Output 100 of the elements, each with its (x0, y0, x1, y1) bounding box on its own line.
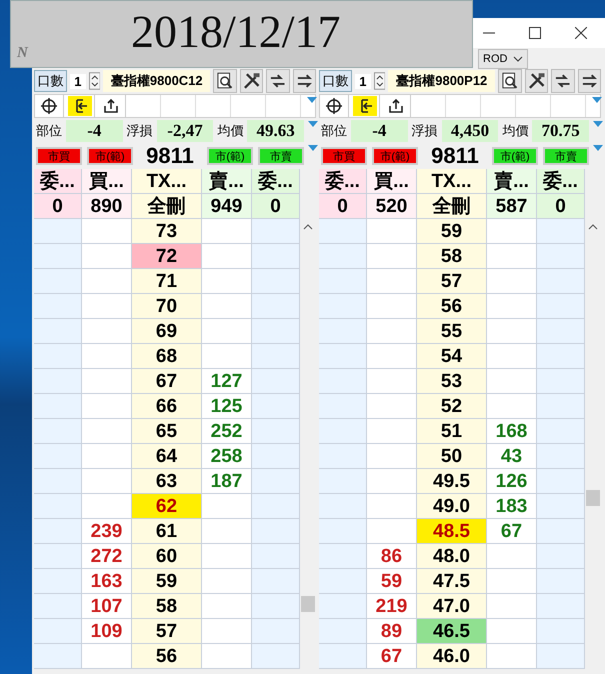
column-header[interactable]: 委... (252, 169, 300, 194)
spinner-icon[interactable] (88, 72, 100, 90)
swap-arrows-icon[interactable] (578, 69, 601, 93)
bid-cell[interactable] (82, 269, 132, 294)
bid-cell[interactable] (82, 394, 132, 419)
dropdown-triangle-icon[interactable] (307, 97, 317, 103)
ask-cell[interactable] (202, 569, 252, 594)
bid-cell[interactable] (82, 369, 132, 394)
ask-cell[interactable] (202, 294, 252, 319)
bid-cell[interactable]: 239 (82, 519, 132, 544)
ask-cell[interactable]: 252 (202, 419, 252, 444)
market-sell-button[interactable]: 市(範) (207, 147, 253, 165)
bid-cell[interactable] (367, 344, 417, 369)
bid-cell[interactable] (367, 244, 417, 269)
delete-all-button[interactable]: 全刪 (132, 194, 202, 219)
ask-cell[interactable] (487, 244, 537, 269)
scrollbar-thumb[interactable] (301, 596, 315, 612)
tools-icon[interactable] (240, 69, 264, 93)
bid-cell[interactable]: 89 (367, 619, 417, 644)
column-header[interactable]: 買... (367, 169, 417, 194)
ask-cell[interactable] (202, 644, 252, 669)
column-header[interactable]: 買... (82, 169, 132, 194)
dropdown-triangle-icon[interactable] (592, 97, 602, 103)
bid-cell[interactable] (82, 219, 132, 244)
market-buy-button[interactable]: 市買 (321, 147, 367, 165)
column-header[interactable]: 委... (34, 169, 82, 194)
ask-cell[interactable] (202, 344, 252, 369)
column-header[interactable]: 委... (537, 169, 585, 194)
exit-icon[interactable] (351, 95, 380, 117)
ask-cell[interactable] (202, 219, 252, 244)
bid-cell[interactable] (82, 294, 132, 319)
bid-cell[interactable]: 86 (367, 544, 417, 569)
bid-cell[interactable] (82, 344, 132, 369)
market-sell-button[interactable]: 市賣 (543, 147, 589, 165)
column-header[interactable]: 賣... (487, 169, 537, 194)
bid-cell[interactable] (367, 394, 417, 419)
bid-cell[interactable]: 107 (82, 594, 132, 619)
ask-cell[interactable] (202, 319, 252, 344)
bid-cell[interactable] (367, 494, 417, 519)
market-buy-button[interactable]: 市(範) (372, 147, 418, 165)
ask-cell[interactable] (487, 594, 537, 619)
ask-cell[interactable] (487, 394, 537, 419)
ask-cell[interactable] (487, 219, 537, 244)
ask-cell[interactable] (202, 594, 252, 619)
ask-cell[interactable] (487, 619, 537, 644)
bid-cell[interactable] (82, 644, 132, 669)
bid-cell[interactable] (82, 244, 132, 269)
ask-cell[interactable] (202, 519, 252, 544)
bid-cell[interactable] (367, 219, 417, 244)
bid-cell[interactable] (82, 419, 132, 444)
ask-cell[interactable] (487, 544, 537, 569)
ask-cell[interactable] (202, 244, 252, 269)
bid-cell[interactable]: 219 (367, 594, 417, 619)
bid-cell[interactable]: 67 (367, 644, 417, 669)
ask-cell[interactable]: 126 (487, 469, 537, 494)
ask-cell[interactable]: 187 (202, 469, 252, 494)
quantity-toggle[interactable]: 口數 (34, 70, 68, 92)
exit-icon[interactable] (66, 95, 95, 117)
quantity-field[interactable]: 1 (70, 74, 86, 88)
ask-cell[interactable]: 183 (487, 494, 537, 519)
column-header[interactable]: TX... (132, 169, 202, 194)
market-buy-button[interactable]: 市買 (36, 147, 82, 165)
ask-cell[interactable] (487, 569, 537, 594)
bid-cell[interactable] (82, 319, 132, 344)
bid-cell[interactable] (367, 469, 417, 494)
bid-cell[interactable] (367, 444, 417, 469)
ask-cell[interactable] (487, 269, 537, 294)
ask-cell[interactable] (487, 344, 537, 369)
ask-cell[interactable] (487, 294, 537, 319)
ask-cell[interactable] (487, 369, 537, 394)
close-icon[interactable] (575, 27, 587, 39)
bid-cell[interactable] (82, 469, 132, 494)
tools-icon[interactable] (524, 69, 548, 93)
bid-cell[interactable] (82, 444, 132, 469)
market-sell-button[interactable]: 市賣 (258, 147, 304, 165)
bid-cell[interactable] (367, 369, 417, 394)
bid-cell[interactable]: 163 (82, 569, 132, 594)
order-type-dropdown[interactable]: ROD (478, 49, 528, 69)
dropdown-triangle-icon[interactable] (308, 121, 318, 127)
bid-cell[interactable] (367, 519, 417, 544)
bid-cell[interactable] (367, 319, 417, 344)
delete-all-button[interactable]: 全刪 (417, 194, 487, 219)
bid-cell[interactable]: 109 (82, 619, 132, 644)
ask-cell[interactable]: 125 (202, 394, 252, 419)
bid-cell[interactable] (367, 419, 417, 444)
quantity-field[interactable]: 1 (355, 74, 371, 88)
ask-cell[interactable] (202, 544, 252, 569)
dropdown-triangle-icon[interactable] (593, 145, 603, 151)
column-header[interactable]: TX... (417, 169, 487, 194)
scrollbar-thumb[interactable] (586, 490, 600, 506)
column-header[interactable]: 賣... (202, 169, 252, 194)
bid-cell[interactable] (367, 269, 417, 294)
maximize-icon[interactable] (529, 27, 541, 39)
swap-arrows-icon[interactable] (551, 69, 575, 93)
ask-cell[interactable] (202, 269, 252, 294)
ask-cell[interactable] (202, 494, 252, 519)
bid-cell[interactable]: 59 (367, 569, 417, 594)
ask-cell[interactable] (487, 644, 537, 669)
dropdown-triangle-icon[interactable] (308, 145, 318, 151)
ask-cell[interactable] (487, 319, 537, 344)
